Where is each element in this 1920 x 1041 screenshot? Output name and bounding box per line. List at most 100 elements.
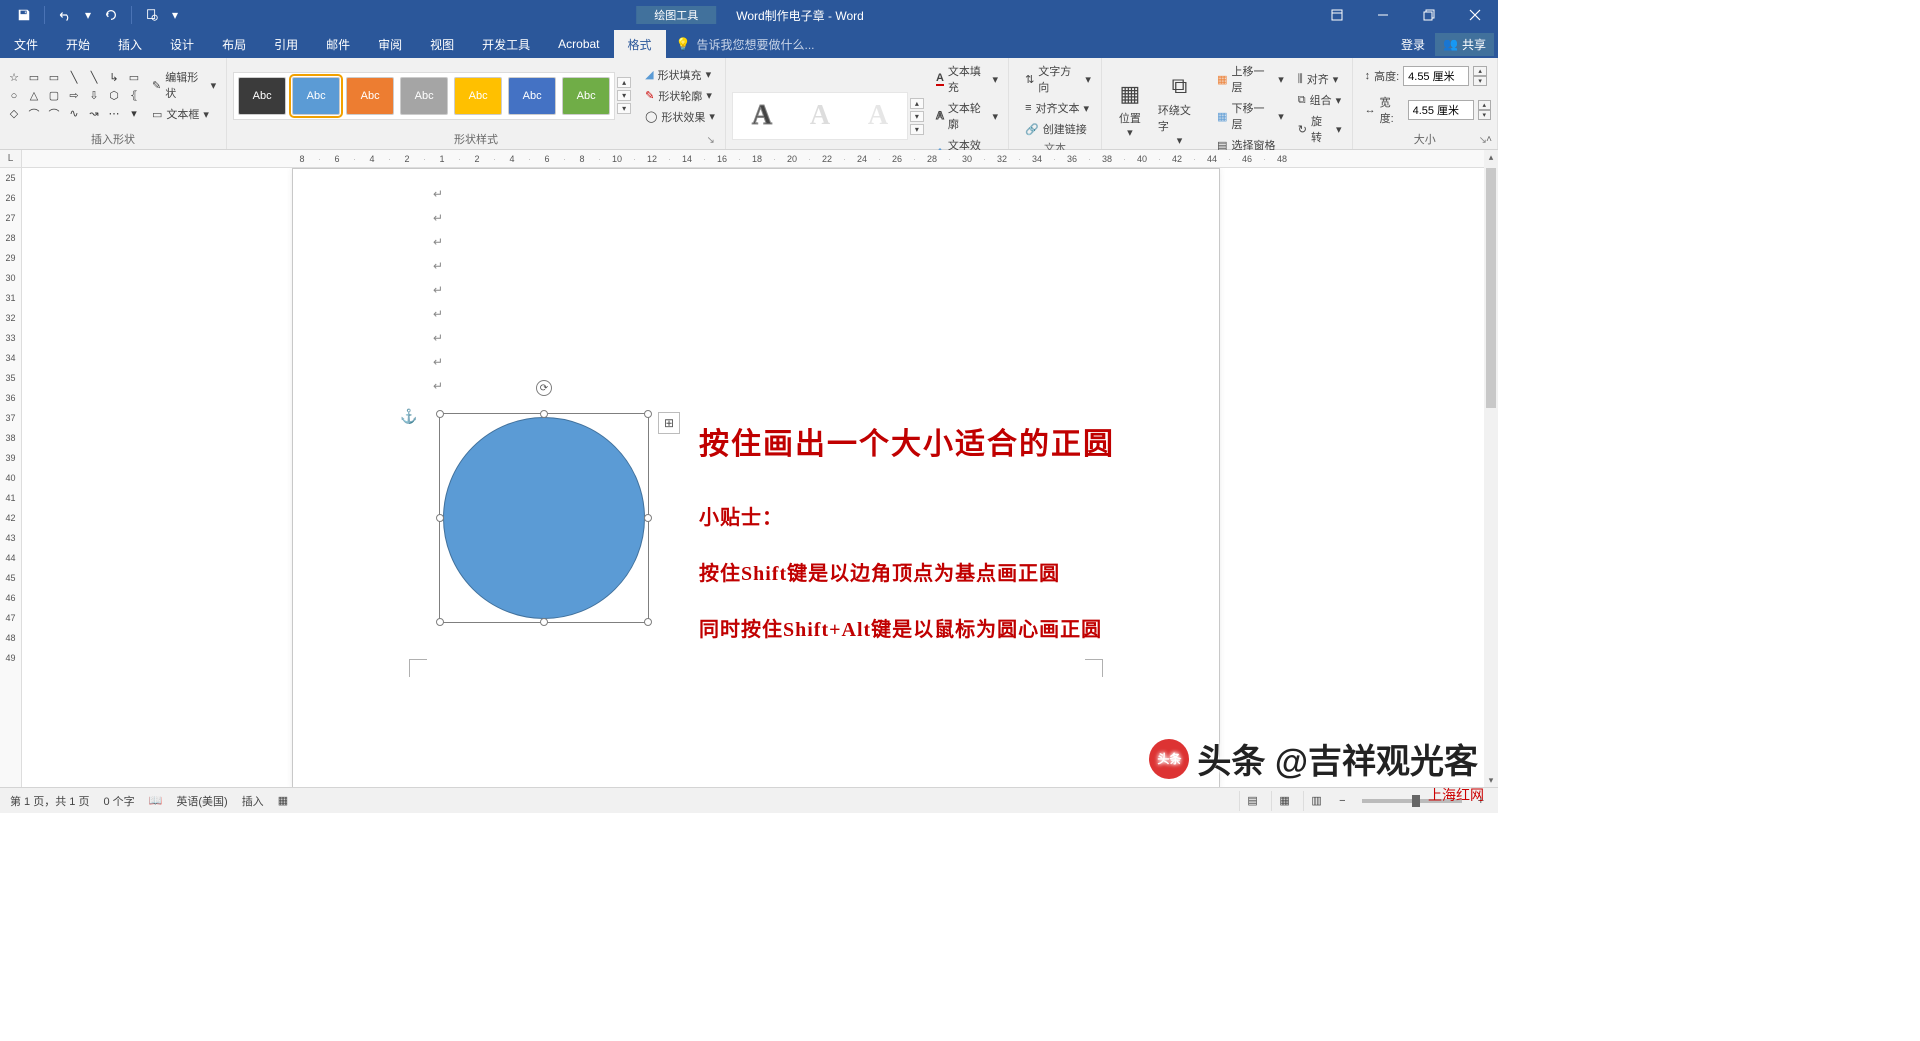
shape-style-3[interactable]: Abc — [400, 77, 448, 115]
view-print-layout-button[interactable]: ▦ — [1271, 791, 1297, 811]
width-input[interactable] — [1408, 100, 1474, 120]
login-button[interactable]: 登录 — [1391, 30, 1435, 58]
selected-shape[interactable]: ⚓ ⟳ ⊞ — [439, 413, 649, 623]
zoom-knob[interactable] — [1412, 795, 1420, 807]
shape-star-icon[interactable]: ☆ — [6, 70, 22, 86]
wa-more-icon[interactable]: ▾ — [910, 124, 924, 135]
status-mode[interactable]: 插入 — [242, 793, 264, 809]
edit-shape-button[interactable]: ✎编辑形状 ▾ — [148, 68, 220, 102]
tab-home[interactable]: 开始 — [52, 30, 104, 58]
share-button[interactable]: 👥共享 — [1435, 33, 1494, 56]
resize-handle-mr[interactable] — [644, 514, 652, 522]
circle-shape[interactable] — [443, 417, 645, 619]
align-text-button[interactable]: ≡对齐文本 ▾ — [1021, 99, 1095, 117]
create-link-button[interactable]: 🔗创建链接 — [1021, 120, 1095, 138]
horizontal-ruler[interactable]: 8·6·4·2·1·2·4·6·8·10·12·14·16·18·20·22·2… — [22, 150, 1484, 168]
zoom-out-button[interactable]: − — [1335, 795, 1349, 807]
shape-fill-button[interactable]: ◢形状填充 ▾ — [641, 66, 719, 84]
wordart-style-2[interactable]: A — [795, 95, 845, 137]
text-box-button[interactable]: ▭文本框 ▾ — [148, 105, 220, 123]
shape-arc-icon[interactable]: ⌒ — [46, 106, 62, 122]
scroll-up-icon[interactable]: ▴ — [1484, 150, 1498, 164]
status-spellcheck-icon[interactable]: 📖 — [149, 794, 163, 807]
qat-customize-dropdown[interactable]: ▾ — [168, 1, 182, 29]
shape-style-gallery[interactable]: AbcAbcAbcAbcAbcAbcAbc — [233, 72, 615, 120]
save-button[interactable] — [8, 1, 40, 29]
shape-brace-icon[interactable]: ⦃ — [126, 88, 142, 104]
wrap-text-button[interactable]: ⧉环绕文字▾ — [1152, 68, 1207, 149]
tab-view[interactable]: 视图 — [416, 30, 468, 58]
resize-handle-tm[interactable] — [540, 410, 548, 418]
shape-style-0[interactable]: Abc — [238, 77, 286, 115]
rotate-handle[interactable]: ⟳ — [536, 380, 552, 396]
resize-handle-tr[interactable] — [644, 410, 652, 418]
bring-forward-button[interactable]: ▦上移一层 ▾ — [1213, 62, 1288, 96]
restore-button[interactable] — [1406, 0, 1452, 30]
text-outline-button[interactable]: A文本轮廓 ▾ — [932, 99, 1002, 133]
gallery-up-icon[interactable]: ▴ — [617, 77, 631, 88]
shape-more-icon[interactable]: ⋯ — [106, 106, 122, 122]
shape-line2-icon[interactable]: ╲ — [86, 70, 102, 86]
undo-dropdown[interactable]: ▾ — [81, 1, 95, 29]
shapes-gallery[interactable]: ☆ ▭ ▭ ╲ ╲ ↳ ▭ ○ △ ▢ ⇨ ⇩ ⬡ ⦃ ◇ ⌒ ⌒ ∿ ↝ ⋯ — [6, 70, 142, 122]
shape-rect2-icon[interactable]: ▭ — [126, 70, 142, 86]
view-web-layout-button[interactable]: ▥ — [1303, 791, 1329, 811]
shape-hexagon-icon[interactable]: ⬡ — [106, 88, 122, 104]
resize-handle-ml[interactable] — [436, 514, 444, 522]
shape-triangle-icon[interactable]: △ — [26, 88, 42, 104]
align-button[interactable]: ⫼对齐 ▾ — [1294, 70, 1346, 88]
vertical-ruler[interactable]: 2526272829303132333435363738394041424344… — [0, 168, 22, 787]
shape-arrow-icon[interactable]: ⇨ — [66, 88, 82, 104]
resize-handle-bl[interactable] — [436, 618, 444, 626]
wa-up-icon[interactable]: ▴ — [910, 98, 924, 109]
status-words[interactable]: 0 个字 — [103, 793, 134, 809]
shape-outline-button[interactable]: ✎形状轮廓 ▾ — [641, 87, 719, 105]
tab-acrobat[interactable]: Acrobat — [544, 30, 613, 58]
shape-style-1[interactable]: Abc — [292, 77, 340, 115]
tab-mailings[interactable]: 邮件 — [312, 30, 364, 58]
status-page[interactable]: 第 1 页，共 1 页 — [10, 793, 89, 809]
tab-format[interactable]: 格式 — [614, 30, 666, 58]
layout-options-button[interactable]: ⊞ — [658, 412, 680, 434]
shape-overflow-icon[interactable]: ▾ — [126, 106, 142, 122]
gallery-more-icon[interactable]: ▾ — [617, 103, 631, 114]
tab-insert[interactable]: 插入 — [104, 30, 156, 58]
tab-design[interactable]: 设计 — [156, 30, 208, 58]
tab-file[interactable]: 文件 — [0, 30, 52, 58]
height-input[interactable] — [1403, 66, 1469, 86]
height-spin-down[interactable]: ▾ — [1473, 76, 1487, 86]
scroll-down-icon[interactable]: ▾ — [1484, 773, 1498, 787]
resize-handle-tl[interactable] — [436, 410, 444, 418]
close-button[interactable] — [1452, 0, 1498, 30]
shape-downarrow-icon[interactable]: ⇩ — [86, 88, 102, 104]
shape-paren-icon[interactable]: ◇ — [6, 106, 22, 122]
shape-scribble-icon[interactable]: ↝ — [86, 106, 102, 122]
document-canvas[interactable]: ↵ ↵ ↵ ↵ ↵ ↵ ↵ ↵ ↵ ⚓ ⟳ ⊞ — [22, 168, 1484, 787]
tab-layout[interactable]: 布局 — [208, 30, 260, 58]
wordart-style-3[interactable]: A — [853, 95, 903, 137]
height-spin-up[interactable]: ▴ — [1473, 66, 1487, 76]
shape-curve-icon[interactable]: ⌒ — [26, 106, 42, 122]
width-spin-down[interactable]: ▾ — [1478, 110, 1491, 120]
shape-oval-icon[interactable]: ○ — [6, 88, 22, 104]
shape-style-4[interactable]: Abc — [454, 77, 502, 115]
shape-freeform-icon[interactable]: ∿ — [66, 106, 82, 122]
status-macro-icon[interactable]: ▦ — [278, 794, 288, 807]
ribbon-display-options-button[interactable] — [1314, 0, 1360, 30]
rotate-button[interactable]: ↻旋转 ▾ — [1294, 112, 1346, 146]
gallery-down-icon[interactable]: ▾ — [617, 90, 631, 101]
send-backward-button[interactable]: ▦下移一层 ▾ — [1213, 99, 1288, 133]
print-preview-button[interactable] — [136, 1, 168, 29]
group-button[interactable]: ⧉组合 ▾ — [1294, 91, 1346, 109]
text-fill-button[interactable]: A文本填充 ▾ — [932, 62, 1002, 96]
width-spin-up[interactable]: ▴ — [1478, 100, 1491, 110]
shape-connector-icon[interactable]: ↳ — [106, 70, 122, 86]
shape-rect-icon[interactable]: ▭ — [46, 70, 62, 86]
shape-style-2[interactable]: Abc — [346, 77, 394, 115]
dialog-launcher-icon[interactable]: ↘ — [703, 135, 719, 146]
collapse-ribbon-icon[interactable]: ˄ — [1486, 134, 1492, 145]
shape-style-5[interactable]: Abc — [508, 77, 556, 115]
resize-handle-bm[interactable] — [540, 618, 548, 626]
resize-handle-br[interactable] — [644, 618, 652, 626]
view-read-mode-button[interactable]: ▤ — [1239, 791, 1265, 811]
